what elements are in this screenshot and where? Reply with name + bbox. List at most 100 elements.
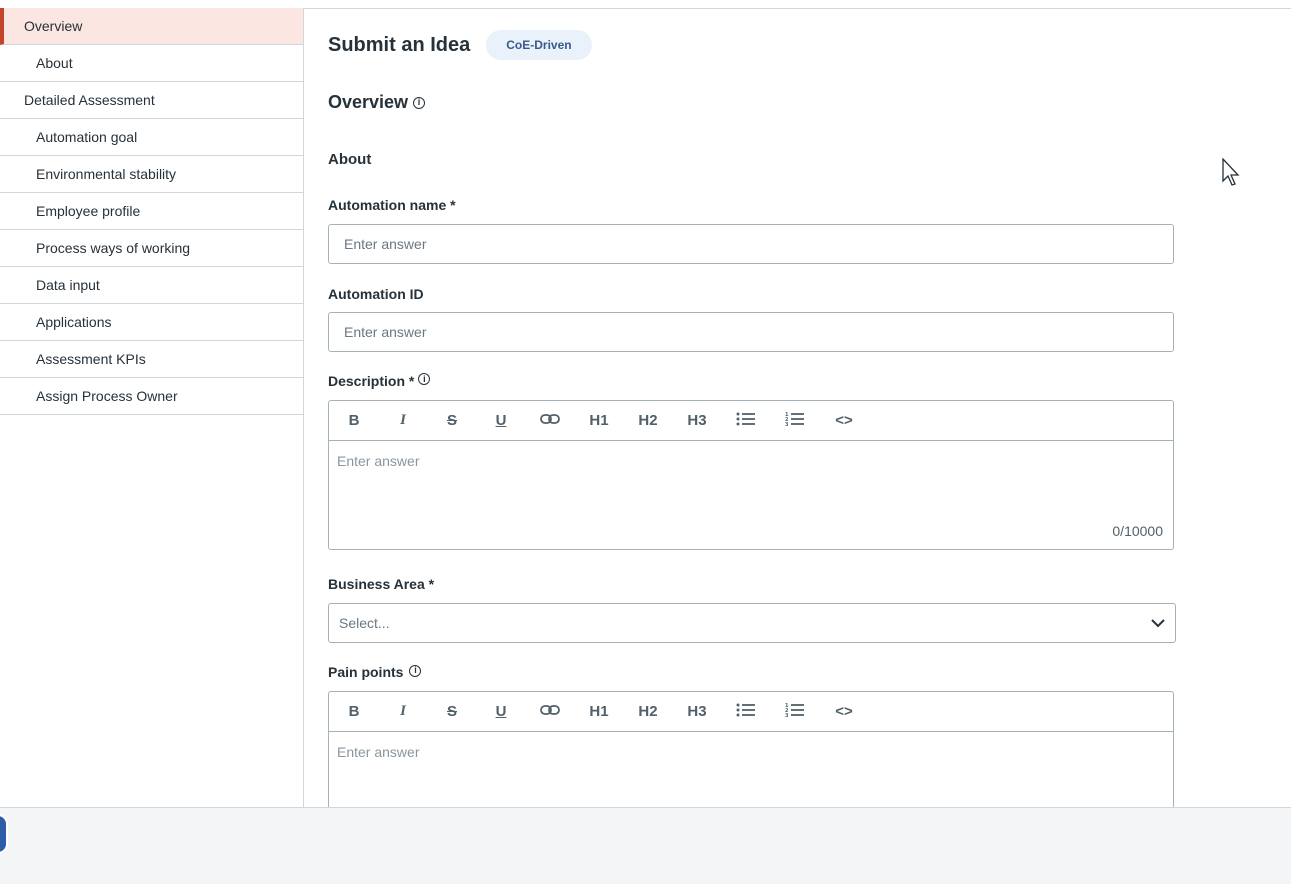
sidebar-item-label: Process ways of working	[36, 240, 191, 256]
sidebar-item-overview[interactable]: Overview	[0, 8, 303, 45]
underline-icon: U	[495, 703, 507, 720]
link-icon	[538, 412, 562, 429]
sidebar-item-label: Data input	[36, 277, 100, 293]
sidebar-item-label: Assessment KPIs	[36, 351, 146, 367]
code-button[interactable]: <>	[832, 401, 881, 441]
sidebar-item-applications[interactable]: Applications	[0, 304, 303, 341]
business-area-select[interactable]: Select...	[328, 603, 1176, 643]
svg-text:3: 3	[785, 422, 789, 427]
business-area-label: Business Area *	[328, 576, 434, 592]
info-icon[interactable]: i	[418, 373, 431, 385]
h3-icon: H3	[687, 412, 707, 429]
italic-icon: I	[400, 412, 406, 428]
page-title: Submit an Idea	[328, 33, 471, 56]
sidebar: Overview About Detailed Assessment Autom…	[0, 8, 304, 808]
automation-name-placeholder: Enter answer	[344, 236, 427, 252]
editor-toolbar: B I S U H1 H2 H3 123 <>	[329, 692, 1173, 732]
sidebar-item-assessment-kpis[interactable]: Assessment KPIs	[0, 341, 303, 378]
h1-button[interactable]: H1	[587, 401, 636, 441]
code-button[interactable]: <>	[832, 692, 881, 732]
h1-button[interactable]: H1	[587, 692, 636, 732]
bold-button[interactable]: B	[342, 692, 391, 732]
bold-button[interactable]: B	[342, 401, 391, 441]
sidebar-item-automation-goal[interactable]: Automation goal	[0, 119, 303, 156]
strikethrough-icon: S	[446, 412, 457, 429]
strikethrough-icon: S	[446, 703, 457, 720]
automation-id-input[interactable]: Enter answer	[328, 312, 1174, 352]
help-widget-icon[interactable]	[0, 814, 8, 854]
sidebar-item-data-input[interactable]: Data input	[0, 267, 303, 304]
subsection-title: About	[328, 151, 372, 168]
h2-icon: H2	[638, 412, 658, 429]
sidebar-item-process-ways-of-working[interactable]: Process ways of working	[0, 230, 303, 267]
pain-points-label: Pain points i	[328, 664, 422, 680]
h2-icon: H2	[638, 703, 658, 720]
link-button[interactable]	[538, 692, 587, 732]
code-icon: <>	[835, 412, 853, 429]
business-area-placeholder: Select...	[339, 615, 390, 631]
sidebar-item-about[interactable]: About	[0, 45, 303, 82]
info-icon[interactable]: i	[409, 664, 422, 677]
strikethrough-button[interactable]: S	[440, 692, 489, 732]
description-label: Description * i	[328, 373, 431, 389]
sidebar-item-label: Detailed Assessment	[24, 92, 155, 108]
sidebar-item-detailed-assessment[interactable]: Detailed Assessment	[0, 82, 303, 119]
code-icon: <>	[835, 703, 853, 720]
h1-icon: H1	[589, 703, 609, 720]
h3-button[interactable]: H3	[685, 692, 734, 732]
sidebar-item-label: Automation goal	[36, 129, 138, 145]
h3-icon: H3	[687, 703, 707, 720]
link-icon	[538, 703, 562, 720]
chevron-down-icon	[1151, 615, 1165, 631]
business-area-label-text: Business Area *	[328, 576, 435, 592]
pain-points-textarea[interactable]: Enter answer	[329, 732, 1173, 810]
sidebar-item-environmental-stability[interactable]: Environmental stability	[0, 156, 303, 193]
bold-icon: B	[348, 412, 360, 429]
h3-button[interactable]: H3	[685, 401, 734, 441]
pain-points-editor: B I S U H1 H2 H3 123 <> Enter answer	[328, 691, 1174, 811]
description-textarea[interactable]: Enter answer 0/10000	[329, 441, 1173, 549]
h1-icon: H1	[589, 412, 609, 429]
italic-button[interactable]: I	[391, 401, 440, 441]
automation-name-label: Automation name *	[328, 197, 456, 213]
sidebar-item-assign-process-owner[interactable]: Assign Process Owner	[0, 378, 303, 415]
sidebar-item-label: About	[36, 55, 73, 71]
numbered-list-button[interactable]: 123	[783, 692, 832, 732]
automation-name-input[interactable]: Enter answer	[328, 224, 1174, 264]
underline-button[interactable]: U	[489, 692, 538, 732]
automation-name-label-text: Automation name *	[328, 197, 456, 213]
footer-bar	[0, 807, 1291, 884]
bullet-list-button[interactable]	[734, 401, 783, 441]
pain-points-label-text: Pain points	[328, 664, 404, 680]
sidebar-item-label: Environmental stability	[36, 166, 177, 182]
description-placeholder: Enter answer	[337, 453, 420, 469]
editor-toolbar: B I S U H1 H2 H3 123 <>	[329, 401, 1173, 441]
description-editor: B I S U H1 H2 H3 123 <> Enter answer 0/1…	[328, 400, 1174, 550]
description-label-text: Description *	[328, 373, 415, 389]
h2-button[interactable]: H2	[636, 692, 685, 732]
sidebar-item-label: Employee profile	[36, 203, 141, 219]
info-icon[interactable]: i	[413, 96, 426, 109]
italic-button[interactable]: I	[391, 692, 440, 732]
mouse-cursor-icon	[1222, 157, 1242, 193]
h2-button[interactable]: H2	[636, 401, 685, 441]
automation-id-label-text: Automation ID	[328, 286, 424, 302]
strikethrough-button[interactable]: S	[440, 401, 489, 441]
sidebar-item-label: Overview	[24, 18, 83, 34]
numbered-list-button[interactable]: 123	[783, 401, 832, 441]
italic-icon: I	[400, 703, 406, 719]
section-title-text: Overview	[328, 92, 409, 112]
automation-id-label: Automation ID	[328, 286, 424, 302]
section-title: Overview i	[328, 92, 426, 113]
character-counter: 0/10000	[1112, 523, 1163, 539]
numbered-list-icon: 123	[783, 411, 807, 431]
bullet-list-icon	[734, 411, 758, 431]
underline-button[interactable]: U	[489, 401, 538, 441]
sidebar-item-employee-profile[interactable]: Employee profile	[0, 193, 303, 230]
sidebar-item-label: Applications	[36, 314, 112, 330]
underline-icon: U	[495, 412, 507, 429]
bullet-list-icon	[734, 702, 758, 722]
bullet-list-button[interactable]	[734, 692, 783, 732]
link-button[interactable]	[538, 401, 587, 441]
title-row: Submit an Idea CoE-Driven	[328, 30, 592, 60]
